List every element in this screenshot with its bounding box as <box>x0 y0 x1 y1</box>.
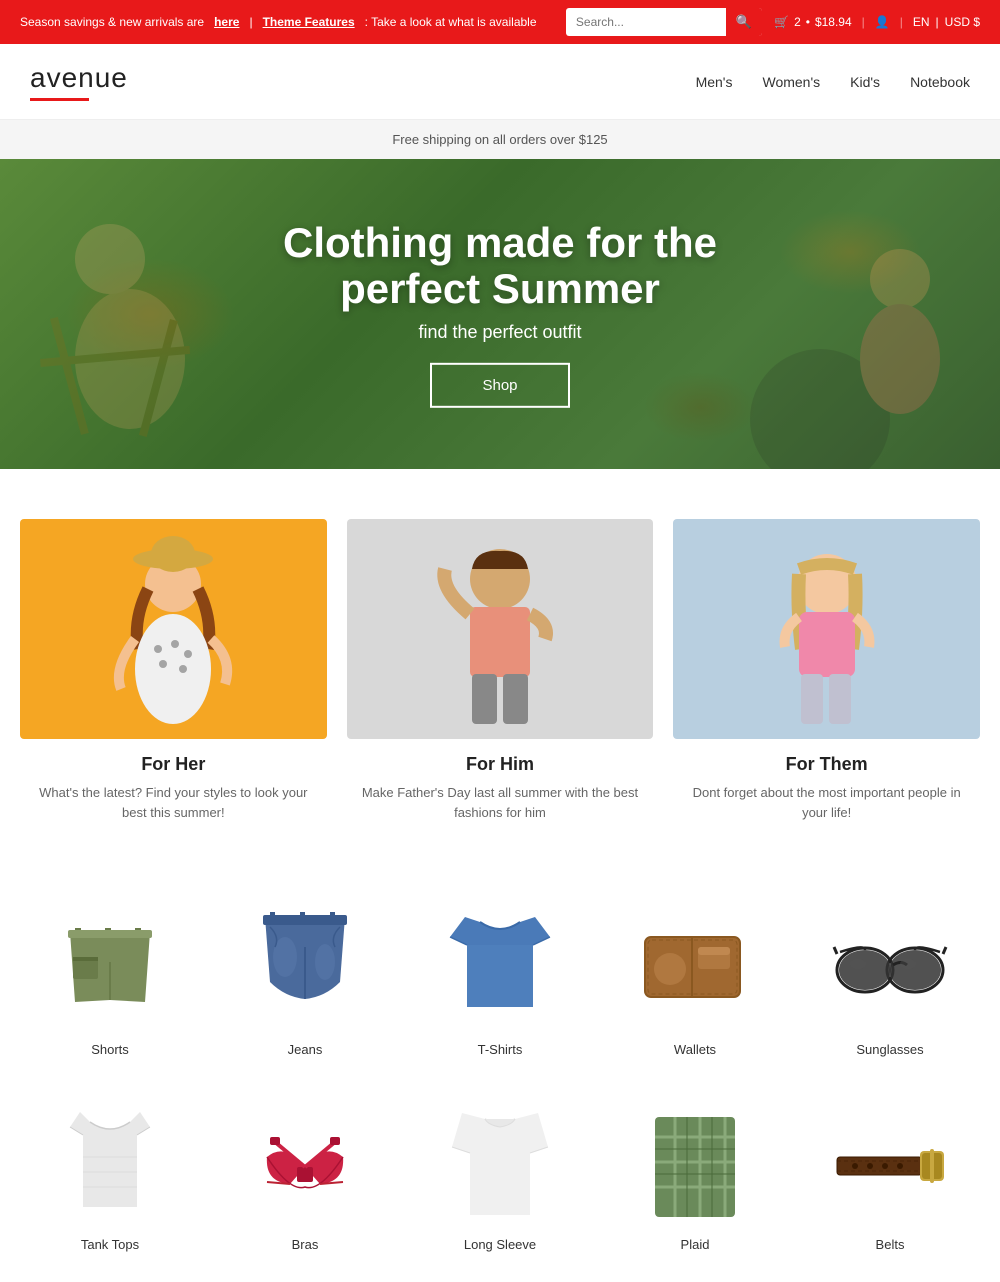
bottom-label-belts: Belts <box>800 1237 980 1252</box>
announcement-sep: | <box>249 15 252 29</box>
longsleeve-icon <box>450 1107 550 1227</box>
product-label-tshirts: T-Shirts <box>410 1042 590 1057</box>
bottom-item-longsleeve[interactable]: Long Sleeve <box>410 1097 590 1252</box>
him-illustration <box>420 529 580 729</box>
search-wrap: 🔍 🛒 2 • $18.94 | 👤 | EN | USD $ <box>566 8 980 36</box>
announcement-bar: Season savings & new arrivals are here |… <box>0 0 1000 44</box>
bottom-image-tanktop <box>20 1097 200 1237</box>
announcement-link-here[interactable]: here <box>214 15 239 29</box>
bottom-image-longsleeve <box>410 1097 590 1237</box>
cart-icon: 🛒 <box>774 15 789 29</box>
category-desc-them: Dont forget about the most important peo… <box>687 783 967 822</box>
hero-content: Clothing made for the perfect Summer fin… <box>250 220 750 408</box>
tshirt-icon <box>445 907 555 1027</box>
product-item-jeans[interactable]: Jeans <box>215 902 395 1057</box>
them-illustration <box>747 529 907 729</box>
nav-kids[interactable]: Kid's <box>850 74 880 90</box>
bottom-image-bra <box>215 1097 395 1237</box>
hero-subtitle: find the perfect outfit <box>250 322 750 343</box>
search-button[interactable]: 🔍 <box>726 8 762 36</box>
product-item-wallets[interactable]: Wallets <box>605 902 785 1057</box>
category-title-her: For Her <box>20 754 327 775</box>
cart-price: $18.94 <box>815 15 852 29</box>
cart-count: 2 <box>794 15 801 29</box>
announcement-text: Season savings & new arrivals are <box>20 15 204 29</box>
product-image-tshirts <box>410 902 590 1032</box>
hero-shop-button[interactable]: Shop <box>430 363 569 408</box>
bottom-grid: Tank Tops <box>20 1097 980 1252</box>
header-sep2: | <box>900 15 903 29</box>
category-image-him[interactable] <box>347 519 654 739</box>
product-item-shorts[interactable]: Shorts <box>20 902 200 1057</box>
tanktop-icon <box>65 1107 155 1227</box>
currency-label[interactable]: USD $ <box>945 15 980 29</box>
user-icon[interactable]: 👤 <box>875 15 890 29</box>
bottom-image-plaid <box>605 1097 785 1237</box>
search-input[interactable] <box>566 15 726 29</box>
main-nav: Men's Women's Kid's Notebook <box>696 74 970 90</box>
product-grid: Shorts <box>20 902 980 1057</box>
product-label-sunglasses: Sunglasses <box>800 1042 980 1057</box>
product-image-sunglasses <box>800 902 980 1032</box>
bottom-item-tanktop[interactable]: Tank Tops <box>20 1097 200 1252</box>
bottom-item-plaid[interactable]: Plaid <box>605 1097 785 1252</box>
category-image-them[interactable] <box>673 519 980 739</box>
category-card-them: For Them Dont forget about the most impo… <box>673 519 980 822</box>
cart-dot: • <box>806 15 810 29</box>
nav-womens[interactable]: Women's <box>762 74 820 90</box>
bottom-item-bra[interactable]: Bras <box>215 1097 395 1252</box>
announcement-link-theme[interactable]: Theme Features <box>263 15 355 29</box>
her-illustration <box>93 529 253 729</box>
category-image-her[interactable] <box>20 519 327 739</box>
bottom-item-belts[interactable]: Belts <box>800 1097 980 1252</box>
product-section: Shorts <box>0 882 1000 1087</box>
bottom-label-longsleeve: Long Sleeve <box>410 1237 590 1252</box>
plaid-icon <box>645 1107 745 1227</box>
shorts-icon <box>55 912 165 1022</box>
product-item-tshirts[interactable]: T-Shirts <box>410 902 590 1057</box>
product-image-wallets <box>605 902 785 1032</box>
main-header: avenue Men's Women's Kid's Notebook <box>0 44 1000 120</box>
product-label-wallets: Wallets <box>605 1042 785 1057</box>
search-box: 🔍 <box>566 8 762 36</box>
nav-mens[interactable]: Men's <box>696 74 733 90</box>
bottom-products-section: Tank Tops <box>0 1087 1000 1282</box>
header-sep1: | <box>862 15 865 29</box>
wallet-icon <box>640 922 750 1012</box>
sunglasses-icon <box>830 932 950 1002</box>
shipping-banner: Free shipping on all orders over $125 <box>0 120 1000 159</box>
belt-icon <box>835 1137 945 1197</box>
product-image-shorts <box>20 902 200 1032</box>
bottom-label-bra: Bras <box>215 1237 395 1252</box>
category-desc-her: What's the latest? Find your styles to l… <box>33 783 313 822</box>
product-label-shorts: Shorts <box>20 1042 200 1057</box>
category-desc-him: Make Father's Day last all summer with t… <box>360 783 640 822</box>
lang-currency: EN | USD $ <box>913 15 980 29</box>
bra-icon <box>255 1112 355 1222</box>
logo[interactable]: avenue <box>30 62 128 101</box>
nav-notebook[interactable]: Notebook <box>910 74 970 90</box>
category-card-him: For Him Make Father's Day last all summe… <box>347 519 654 822</box>
hero-section: Clothing made for the perfect Summer fin… <box>0 159 1000 469</box>
cart-icon-area[interactable]: 🛒 2 • $18.94 <box>774 15 852 29</box>
bottom-label-tanktop: Tank Tops <box>20 1237 200 1252</box>
bottom-label-plaid: Plaid <box>605 1237 785 1252</box>
category-card-her: For Her What's the latest? Find your sty… <box>20 519 327 822</box>
header-sep3: | <box>936 15 939 29</box>
product-label-jeans: Jeans <box>215 1042 395 1057</box>
product-item-sunglasses[interactable]: Sunglasses <box>800 902 980 1057</box>
shipping-text: Free shipping on all orders over $125 <box>392 132 607 147</box>
language-label[interactable]: EN <box>913 15 930 29</box>
category-section: For Her What's the latest? Find your sty… <box>0 469 1000 882</box>
product-image-jeans <box>215 902 395 1032</box>
header-icons: 🛒 2 • $18.94 | 👤 | EN | USD $ <box>774 15 980 29</box>
announcement-text2: : Take a look at what is available <box>365 15 537 29</box>
category-grid: For Her What's the latest? Find your sty… <box>20 519 980 822</box>
jeans-icon <box>255 907 355 1027</box>
bottom-image-belts <box>800 1097 980 1237</box>
hero-title: Clothing made for the perfect Summer <box>250 220 750 312</box>
category-title-him: For Him <box>347 754 654 775</box>
category-title-them: For Them <box>673 754 980 775</box>
